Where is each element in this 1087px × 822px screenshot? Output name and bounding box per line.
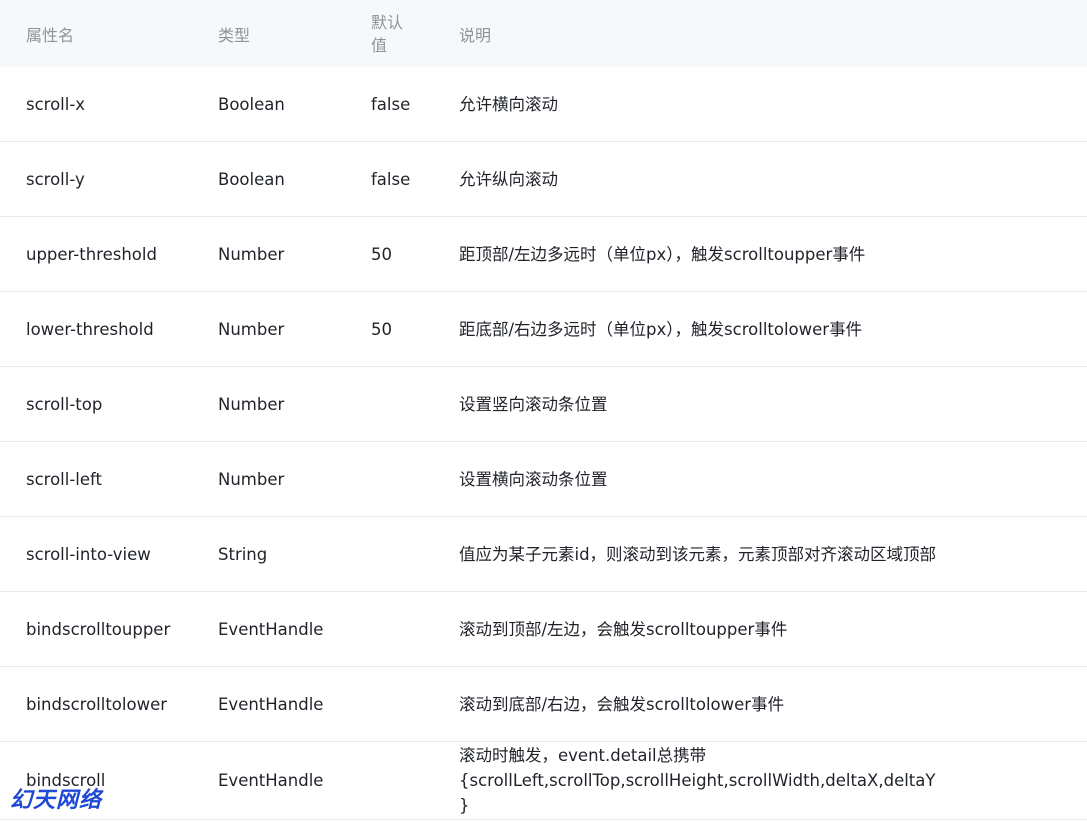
header-desc: 说明: [459, 25, 492, 45]
cell-desc: 设置竖向滚动条位置: [459, 394, 608, 414]
table-row: scroll-y Boolean false 允许纵向滚动: [0, 142, 1087, 217]
table-row: bindscrolltoupper EventHandle 滚动到顶部/左边，会…: [0, 592, 1087, 667]
cell-name: scroll-into-view: [26, 544, 151, 564]
cell-desc: 允许纵向滚动: [459, 169, 558, 189]
cell-desc: 允许横向滚动: [459, 94, 558, 114]
cell-type: Boolean: [218, 169, 285, 189]
cell-type: String: [218, 544, 268, 564]
cell-name: upper-threshold: [26, 244, 157, 264]
cell-type: Boolean: [218, 94, 285, 114]
table-row: scroll-left Number 设置横向滚动条位置: [0, 442, 1087, 517]
cell-desc: 值应为某子元素id，则滚动到该元素，元素顶部对齐滚动区域顶部: [459, 544, 937, 564]
header-default: 默认值: [371, 12, 404, 55]
table-row: scroll-x Boolean false 允许横向滚动: [0, 67, 1087, 142]
cell-name: scroll-y: [26, 169, 85, 189]
cell-name: scroll-top: [26, 394, 103, 414]
cell-default: 50: [371, 244, 392, 264]
cell-name: lower-threshold: [26, 319, 154, 339]
cell-default: [371, 367, 431, 441]
cell-name: scroll-left: [26, 469, 103, 489]
header-type: 类型: [218, 25, 251, 45]
cell-type: EventHandle: [218, 694, 324, 714]
cell-name: bindscrolltoupper: [26, 619, 171, 639]
cell-desc: 滚动到顶部/左边，会触发scrolltoupper事件: [459, 619, 788, 639]
table-row: upper-threshold Number 50 距顶部/左边多远时（单位px…: [0, 217, 1087, 292]
cell-default: [371, 592, 431, 666]
cell-desc: 距顶部/左边多远时（单位px），触发scrolltoupper事件: [459, 244, 866, 264]
cell-default: [371, 667, 431, 741]
cell-default: 50: [371, 319, 392, 339]
cell-name: bindscrolltolower: [26, 694, 168, 714]
cell-name: scroll-x: [26, 94, 86, 114]
cell-type: EventHandle: [218, 619, 324, 639]
cell-default: [371, 442, 431, 516]
table-row: scroll-top Number 设置竖向滚动条位置: [0, 367, 1087, 442]
table-row: lower-threshold Number 50 距底部/右边多远时（单位px…: [0, 292, 1087, 367]
properties-table: 属性名 类型 默认值 说明 scroll-x Boolean false 允许横…: [0, 0, 1087, 820]
cell-default: false: [371, 94, 411, 114]
table-header: 属性名 类型 默认值 说明: [0, 0, 1087, 67]
header-name: 属性名: [26, 25, 75, 45]
cell-default: false: [371, 169, 411, 189]
cell-desc: 距底部/右边多远时（单位px），触发scrolltolower事件: [459, 319, 863, 339]
cell-default: [371, 742, 431, 819]
cell-desc: 滚动时触发，event.detail总携带{scrollLeft,scrollT…: [459, 746, 936, 815]
cell-default: [371, 517, 431, 591]
cell-desc: 设置横向滚动条位置: [459, 469, 608, 489]
cell-type: Number: [218, 469, 285, 489]
table-row: scroll-into-view String 值应为某子元素id，则滚动到该元…: [0, 517, 1087, 592]
cell-type: Number: [218, 319, 285, 339]
cell-type: EventHandle: [218, 771, 324, 790]
table-row: bindscroll EventHandle 滚动时触发，event.detai…: [0, 742, 1087, 820]
cell-desc: 滚动到底部/右边，会触发scrolltolower事件: [459, 694, 785, 714]
cell-type: Number: [218, 244, 285, 264]
cell-type: Number: [218, 394, 285, 414]
table-row: bindscrolltolower EventHandle 滚动到底部/右边，会…: [0, 667, 1087, 742]
watermark-logo: 幻天网络: [10, 788, 103, 813]
